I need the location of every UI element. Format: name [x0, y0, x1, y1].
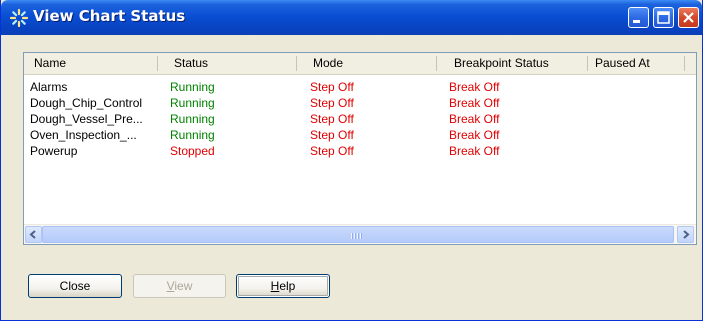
row-breakpoint-status: Break Off	[449, 112, 500, 126]
row-status: Running	[170, 112, 215, 126]
column-divider[interactable]	[436, 56, 437, 71]
row-paused-at	[594, 80, 684, 95]
column-header-status[interactable]: Status	[174, 53, 208, 74]
scroll-right-button[interactable]	[677, 226, 694, 243]
table-row[interactable]: Dough_Vessel_Pre... Running Step Off Bre…	[24, 112, 696, 127]
row-name: Oven_Inspection_...	[30, 128, 137, 142]
view-button[interactable]: View	[133, 274, 226, 298]
column-divider[interactable]	[296, 56, 297, 71]
row-paused-at	[594, 128, 684, 143]
column-divider[interactable]	[684, 56, 685, 71]
row-paused-at	[594, 112, 684, 127]
column-header-paused-at[interactable]: Paused At	[595, 53, 650, 74]
minimize-icon	[633, 20, 640, 23]
row-status: Running	[170, 80, 215, 94]
row-breakpoint-status: Break Off	[449, 128, 500, 142]
close-icon	[683, 12, 694, 23]
horizontal-scrollbar[interactable]	[24, 224, 696, 244]
window-title: View Chart Status	[33, 7, 186, 25]
maximize-button[interactable]	[653, 7, 674, 28]
column-divider[interactable]	[587, 56, 588, 71]
table-row[interactable]: Powerup Stopped Step Off Break Off	[24, 144, 696, 159]
row-breakpoint-status: Break Off	[449, 144, 500, 158]
column-header-breakpoint-status[interactable]: Breakpoint Status	[454, 53, 549, 74]
row-mode: Step Off	[310, 128, 354, 142]
scroll-thumb[interactable]	[42, 226, 674, 243]
row-name: Alarms	[30, 80, 68, 94]
row-mode: Step Off	[310, 112, 354, 126]
row-mode: Step Off	[310, 144, 354, 158]
scroll-grip	[354, 233, 356, 239]
help-button[interactable]: Help	[236, 274, 330, 298]
list-header: Name Status Mode Breakpoint Status Pause…	[24, 53, 696, 75]
view-chart-status-dialog: View Chart Status Name Status Mode Break…	[0, 0, 703, 321]
row-mode: Step Off	[310, 96, 354, 110]
column-header-mode[interactable]: Mode	[313, 53, 343, 74]
row-status: Running	[170, 128, 215, 142]
minimize-button[interactable]	[628, 7, 649, 28]
table-row[interactable]: Oven_Inspection_... Running Step Off Bre…	[24, 128, 696, 143]
scroll-grip	[357, 233, 359, 239]
column-header-name[interactable]: Name	[34, 53, 66, 74]
row-breakpoint-status: Break Off	[449, 96, 500, 110]
row-status: Running	[170, 96, 215, 110]
row-breakpoint-status: Break Off	[449, 80, 500, 94]
help-button-label: elp	[279, 279, 296, 293]
scroll-left-button[interactable]	[25, 226, 42, 243]
scroll-grip	[360, 233, 362, 239]
row-status: Stopped	[170, 144, 215, 158]
chart-status-list[interactable]: Name Status Mode Breakpoint Status Pause…	[23, 52, 697, 245]
row-paused-at	[594, 96, 684, 111]
row-name: Dough_Vessel_Pre...	[30, 112, 143, 126]
row-paused-at	[594, 144, 684, 159]
row-name: Dough_Chip_Control	[30, 96, 143, 110]
close-window-button[interactable]	[678, 7, 699, 28]
view-button-label: iew	[174, 279, 193, 293]
chart-status-icon	[9, 8, 29, 28]
close-button[interactable]: Close	[28, 274, 122, 298]
row-mode: Step Off	[310, 80, 354, 94]
table-row[interactable]: Alarms Running Step Off Break Off	[24, 80, 696, 95]
chevron-right-icon	[683, 230, 690, 239]
scroll-grip	[351, 233, 353, 239]
chevron-left-icon	[29, 230, 36, 239]
maximize-icon	[657, 11, 670, 24]
title-bar[interactable]: View Chart Status	[1, 0, 702, 35]
table-row[interactable]: Dough_Chip_Control Running Step Off Brea…	[24, 96, 696, 111]
close-button-label: Close	[59, 279, 91, 293]
column-divider[interactable]	[157, 56, 158, 71]
row-name: Powerup	[30, 144, 78, 158]
